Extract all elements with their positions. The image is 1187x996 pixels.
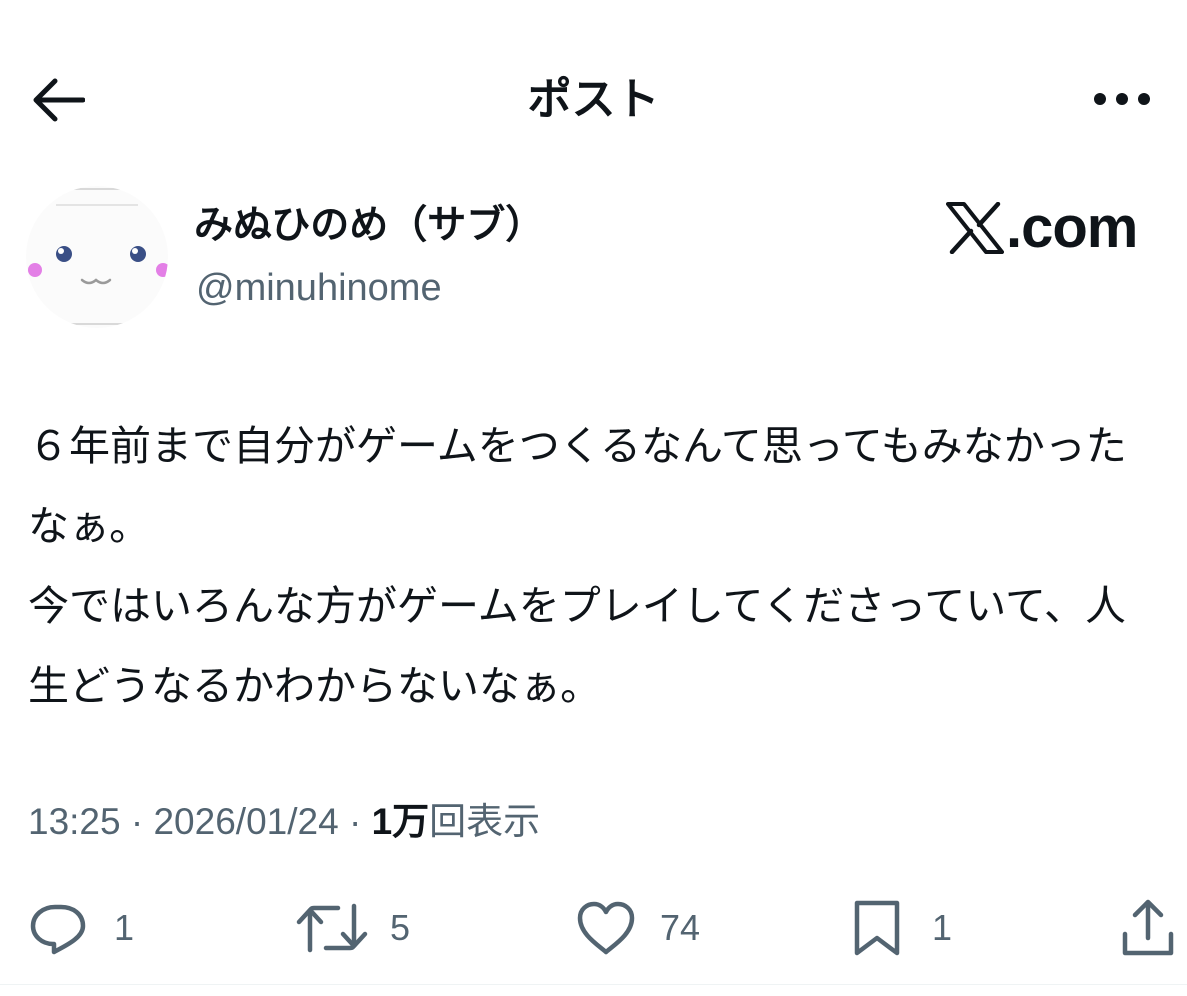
- x-logo-icon: [946, 202, 1004, 254]
- bookmark-count: 1: [932, 907, 953, 948]
- more-dots-icon: [1094, 93, 1150, 105]
- reply-count: 1: [114, 907, 135, 948]
- more-options-button[interactable]: [1086, 76, 1158, 122]
- meta-separator: ·: [120, 801, 154, 842]
- heart-icon: [577, 901, 635, 955]
- repost-count: 5: [390, 907, 411, 948]
- avatar-image: [26, 186, 168, 328]
- like-button[interactable]: 74: [576, 890, 700, 966]
- like-count: 74: [660, 907, 701, 948]
- author-handle[interactable]: @minuhinome: [196, 260, 442, 316]
- repost-icon: [296, 903, 368, 953]
- post-meta: 13:25 · 2026/01/24 · 1万回表示: [28, 794, 540, 850]
- post-time[interactable]: 13:25: [28, 801, 121, 842]
- bookmark-button[interactable]: 1: [852, 890, 952, 966]
- reply-button[interactable]: 1: [28, 890, 134, 966]
- views-label: 回表示: [429, 801, 541, 842]
- share-icon: [1122, 899, 1174, 956]
- bookmark-icon: [854, 900, 900, 956]
- reply-icon: [30, 904, 86, 955]
- avatar[interactable]: [26, 186, 168, 328]
- action-bar: 1 5 74 1: [0, 890, 1187, 970]
- brand-text: .com: [1006, 195, 1138, 260]
- brand-watermark: .com: [946, 195, 1138, 260]
- author-display-name[interactable]: みぬひのめ（サブ）: [194, 196, 544, 256]
- views-count: 1万: [371, 801, 430, 842]
- top-bar: ポスト: [0, 0, 1187, 190]
- page-title: ポスト: [527, 74, 660, 125]
- repost-button[interactable]: 5: [296, 890, 410, 966]
- post-date[interactable]: 2026/01/24: [153, 801, 338, 842]
- post-text: ６年前まで自分がゲームをつくるなんて思ってもみなかったなぁ。 今ではいろんな方が…: [28, 422, 1127, 710]
- meta-separator: ·: [338, 801, 372, 842]
- divider: [0, 984, 1187, 985]
- share-button[interactable]: [1120, 890, 1176, 966]
